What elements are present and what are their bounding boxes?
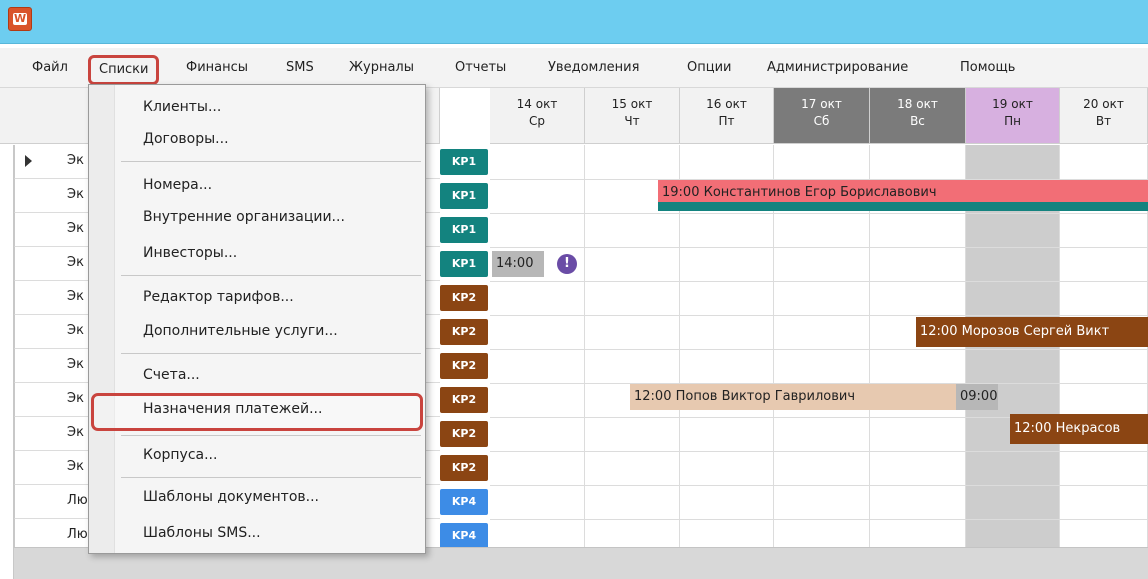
room-badge: KP1	[440, 251, 488, 277]
room-badge: KP2	[440, 319, 488, 345]
menu-item-document-templates[interactable]: Шаблоны документов...	[143, 489, 319, 505]
menu-item-tariff-editor[interactable]: Редактор тарифов...	[143, 289, 294, 305]
menu-item-investors[interactable]: Инвесторы...	[143, 245, 237, 261]
row-divider	[490, 281, 1148, 282]
day-header-20[interactable]: 20 окт Вт	[1060, 88, 1148, 144]
warning-icon[interactable]: !	[557, 254, 577, 274]
booking-konstantinov-strip[interactable]	[658, 202, 1148, 211]
menu-administration[interactable]: Администрирование	[767, 57, 908, 81]
menu-separator	[121, 275, 421, 276]
menu-item-extra-services[interactable]: Дополнительные услуги...	[143, 323, 338, 339]
row-divider	[490, 485, 1148, 486]
row-selector-column	[0, 145, 14, 579]
menu-item-rooms[interactable]: Номера...	[143, 177, 212, 193]
booking-checkin-time[interactable]: 14:00	[492, 251, 544, 277]
booking-morozov[interactable]: 12:00 Морозов Сергей Викт	[916, 317, 1148, 347]
room-badge: KP1	[440, 149, 488, 175]
title-bar	[0, 0, 1148, 44]
room-badge: KP2	[440, 353, 488, 379]
day-header-15[interactable]: 15 окт Чт	[585, 88, 680, 144]
day-header-17[interactable]: 17 окт Сб	[774, 88, 870, 144]
room-badge: KP1	[440, 183, 488, 209]
room-badge: KP2	[440, 455, 488, 481]
menu-item-clients[interactable]: Клиенты...	[143, 99, 221, 115]
room-badge: KP4	[440, 523, 488, 549]
menu-journals[interactable]: Журналы	[349, 57, 414, 81]
menu-separator	[121, 353, 421, 354]
menu-item-payment-purposes[interactable]: Назначения платежей...	[143, 401, 322, 417]
menu-sms[interactable]: SMS	[286, 57, 314, 81]
menu-help[interactable]: Помощь	[960, 57, 1015, 81]
menu-lists[interactable]: Списки	[88, 55, 160, 85]
menu-reports[interactable]: Отчеты	[455, 57, 506, 81]
menu-item-invoices[interactable]: Счета...	[143, 367, 200, 383]
menu-options[interactable]: Опции	[687, 57, 731, 81]
day-header-19[interactable]: 19 окт Пн	[966, 88, 1060, 144]
row-divider	[490, 213, 1148, 214]
room-badge: KP2	[440, 387, 488, 413]
menu-separator	[121, 161, 421, 162]
menu-file[interactable]: Файл	[32, 57, 68, 81]
room-badge: KP4	[440, 489, 488, 515]
menu-icon-strip	[89, 85, 115, 553]
day-column	[490, 145, 585, 547]
day-header-18[interactable]: 18 окт Вс	[870, 88, 966, 144]
menu-separator	[121, 477, 421, 478]
menu-item-internal-orgs[interactable]: Внутренние организации...	[143, 209, 345, 225]
room-badge: KP2	[440, 421, 488, 447]
menu-item-contracts[interactable]: Договоры...	[143, 131, 229, 147]
booking-popov[interactable]: 12:00 Попов Виктор Гаврилович	[630, 384, 956, 410]
booking-nekrasov[interactable]: 12:00 Некрасов	[1010, 414, 1148, 444]
menu-item-sms-templates[interactable]: Шаблоны SMS...	[143, 525, 261, 541]
room-badge: KP1	[440, 217, 488, 243]
menu-finance[interactable]: Финансы	[186, 57, 248, 81]
row-divider	[490, 519, 1148, 520]
row-divider	[490, 451, 1148, 452]
day-header-16[interactable]: 16 окт Пт	[680, 88, 774, 144]
current-row-indicator-icon	[25, 155, 32, 167]
row-divider	[490, 315, 1148, 316]
menu-bar: Файл Списки Финансы SMS Журналы Отчеты У…	[0, 48, 1148, 88]
menu-separator	[121, 435, 421, 436]
booking-konstantinov[interactable]: 19:00 Константинов Егор Бориславович	[658, 180, 1148, 202]
row-divider	[490, 349, 1148, 350]
booking-popov-checkout[interactable]: 09:00	[956, 384, 998, 410]
room-badge: KP2	[440, 285, 488, 311]
row-divider	[490, 247, 1148, 248]
lists-dropdown-menu: Клиенты... Договоры... Номера... Внутрен…	[88, 84, 426, 554]
app-icon[interactable]	[8, 7, 32, 31]
menu-notifications[interactable]: Уведомления	[548, 57, 639, 81]
day-header-14[interactable]: 14 окт Ср	[490, 88, 585, 144]
menu-item-buildings[interactable]: Корпуса...	[143, 447, 217, 463]
